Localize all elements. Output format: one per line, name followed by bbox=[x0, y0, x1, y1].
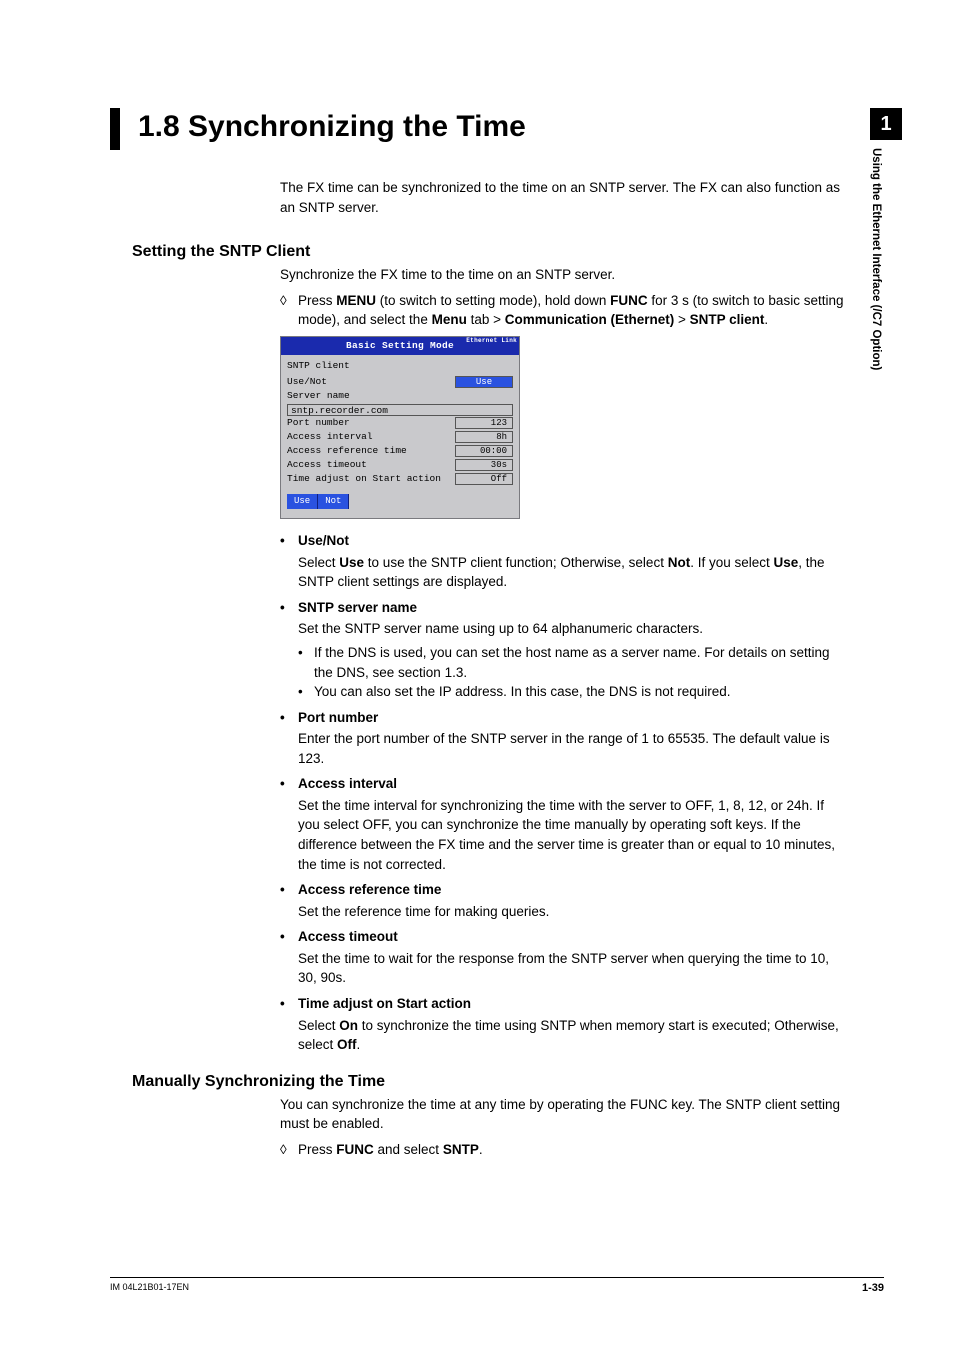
t: Press bbox=[298, 1142, 336, 1157]
item-title: Access reference time bbox=[298, 880, 441, 900]
bullet-icon: • bbox=[280, 774, 298, 794]
bullet-icon: • bbox=[280, 708, 298, 728]
t: FUNC bbox=[610, 293, 648, 308]
softkey-not: Not bbox=[318, 494, 349, 509]
server-name-value: sntp.recorder.com bbox=[287, 404, 513, 416]
row-value: Off bbox=[455, 473, 513, 485]
t: Not bbox=[668, 555, 691, 570]
row-value: 30s bbox=[455, 459, 513, 471]
t: FUNC bbox=[336, 1142, 374, 1157]
bullet-icon: • bbox=[280, 880, 298, 900]
t: and select bbox=[374, 1142, 443, 1157]
item-title: Time adjust on Start action bbox=[298, 994, 471, 1014]
heading-text: 1.8 Synchronizing the Time bbox=[138, 108, 526, 150]
diamond-bullet-icon: ◊ bbox=[280, 1140, 298, 1160]
footer-page-number: 1-39 bbox=[862, 1282, 884, 1294]
item-title: Access timeout bbox=[298, 927, 398, 947]
t: Press bbox=[298, 293, 336, 308]
row-label: Port number bbox=[287, 416, 350, 430]
sub-bullet-icon: • bbox=[298, 643, 314, 682]
screenshot-title: Basic Setting Mode bbox=[346, 340, 454, 351]
softkey-use: Use bbox=[287, 494, 318, 509]
t: > bbox=[674, 312, 689, 327]
t: . bbox=[357, 1037, 361, 1052]
t: . bbox=[479, 1142, 483, 1157]
manual-sync-intro: You can synchronize the time at any time… bbox=[280, 1095, 845, 1134]
sub-bullet-icon: • bbox=[298, 682, 314, 702]
row-label: Access timeout bbox=[287, 458, 367, 472]
t: (to switch to setting mode), hold down bbox=[376, 293, 610, 308]
row-value-use: Use bbox=[455, 376, 513, 388]
procedure-step: ◊ Press MENU (to switch to setting mode)… bbox=[280, 291, 845, 330]
t: Select bbox=[298, 555, 339, 570]
chapter-number-box: 1 bbox=[870, 108, 902, 140]
screenshot-section-label: SNTP client bbox=[287, 359, 513, 373]
sub-item-text: If the DNS is used, you can set the host… bbox=[314, 643, 845, 682]
t: Off bbox=[337, 1037, 357, 1052]
row-label: Use/Not bbox=[287, 375, 327, 389]
row-value: 00:00 bbox=[455, 445, 513, 457]
t: On bbox=[339, 1018, 358, 1033]
item-title: SNTP server name bbox=[298, 598, 417, 618]
side-tab: 1 Using the Ethernet Interface (/C7 Opti… bbox=[870, 108, 902, 370]
t: to use the SNTP client function; Otherwi… bbox=[364, 555, 668, 570]
t: Use bbox=[774, 555, 799, 570]
item-title: Use/Not bbox=[298, 531, 349, 551]
t: Communication (Ethernet) bbox=[505, 312, 675, 327]
t: Menu bbox=[432, 312, 467, 327]
row-label: Access interval bbox=[287, 430, 373, 444]
row-label: Time adjust on Start action bbox=[287, 472, 441, 486]
t: . If you select bbox=[690, 555, 773, 570]
screenshot-title-bar: Basic Setting Mode Ethernet Link bbox=[281, 337, 519, 355]
footer-doc-id: IM 04L21B01-17EN bbox=[110, 1282, 189, 1294]
t: to synchronize the time using SNTP when … bbox=[298, 1018, 839, 1053]
subsection-heading-sntp-client: Setting the SNTP Client bbox=[132, 243, 884, 261]
item-desc: Select On to synchronize the time using … bbox=[298, 1016, 845, 1055]
ethernet-link-badge: Ethernet Link bbox=[466, 338, 517, 344]
row-label: Server name bbox=[287, 389, 513, 403]
t: Select bbox=[298, 1018, 339, 1033]
row-value: 8h bbox=[455, 431, 513, 443]
page-footer: IM 04L21B01-17EN 1-39 bbox=[110, 1277, 884, 1294]
t: SNTP bbox=[443, 1142, 479, 1157]
sntp-client-intro: Synchronize the FX time to the time on a… bbox=[280, 265, 845, 285]
sub-item-text: You can also set the IP address. In this… bbox=[314, 682, 731, 702]
item-desc: Set the reference time for making querie… bbox=[298, 902, 845, 922]
t: MENU bbox=[336, 293, 376, 308]
t: Use bbox=[339, 555, 364, 570]
item-title: Access interval bbox=[298, 774, 397, 794]
procedure-step: ◊ Press FUNC and select SNTP. bbox=[280, 1140, 845, 1160]
bullet-icon: • bbox=[280, 927, 298, 947]
heading-accent-bar bbox=[110, 108, 120, 150]
t: . bbox=[764, 312, 768, 327]
chapter-side-label: Using the Ethernet Interface (/C7 Option… bbox=[870, 148, 882, 370]
procedure-text: Press MENU (to switch to setting mode), … bbox=[298, 291, 845, 330]
item-desc: Set the time to wait for the response fr… bbox=[298, 949, 845, 988]
device-screenshot: Basic Setting Mode Ethernet Link SNTP cl… bbox=[280, 336, 520, 519]
item-desc: Select Use to use the SNTP client functi… bbox=[298, 553, 845, 592]
item-desc: Set the time interval for synchronizing … bbox=[298, 796, 845, 874]
section-heading: 1.8 Synchronizing the Time bbox=[110, 108, 884, 150]
diamond-bullet-icon: ◊ bbox=[280, 291, 298, 330]
intro-paragraph: The FX time can be synchronized to the t… bbox=[280, 178, 845, 217]
bullet-icon: • bbox=[280, 994, 298, 1014]
t: SNTP client bbox=[690, 312, 765, 327]
bullet-icon: • bbox=[280, 531, 298, 551]
bullet-icon: • bbox=[280, 598, 298, 618]
t: tab > bbox=[467, 312, 505, 327]
subsection-heading-manual-sync: Manually Synchronizing the Time bbox=[132, 1073, 884, 1091]
item-desc: Set the SNTP server name using up to 64 … bbox=[298, 619, 845, 639]
row-value: 123 bbox=[455, 417, 513, 429]
item-title: Port number bbox=[298, 708, 378, 728]
procedure-text: Press FUNC and select SNTP. bbox=[298, 1140, 845, 1160]
row-label: Access reference time bbox=[287, 444, 407, 458]
item-desc: Enter the port number of the SNTP server… bbox=[298, 729, 845, 768]
